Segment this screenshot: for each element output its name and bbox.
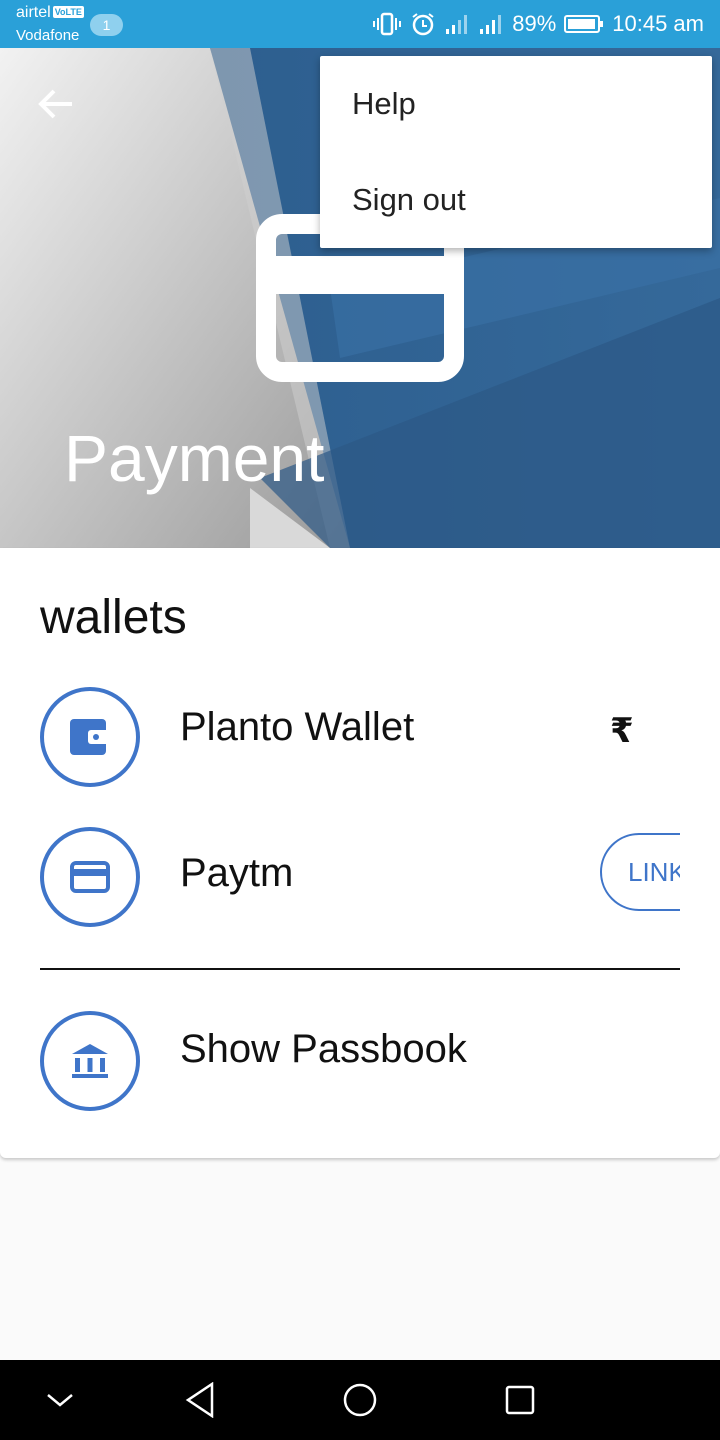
- menu-item-help[interactable]: Help: [320, 56, 712, 152]
- paytm-icon-circle: [40, 827, 140, 927]
- overflow-menu: Help Sign out: [320, 56, 712, 248]
- link-button[interactable]: LINK: [600, 833, 680, 911]
- nav-recents-button[interactable]: [500, 1380, 540, 1420]
- status-bar: airtel VoLTE Vodafone 1 89% 10:45 am: [0, 0, 720, 48]
- home-circle-icon: [343, 1383, 377, 1417]
- credit-card-icon: [70, 861, 110, 893]
- divider: [40, 968, 680, 970]
- carrier-primary-name: airtel: [16, 4, 51, 21]
- notification-count-badge: 1: [90, 14, 123, 36]
- wallet-row-paytm[interactable]: Paytm LINK: [40, 827, 680, 927]
- nav-back-button[interactable]: [180, 1380, 220, 1420]
- battery-percent: 89%: [512, 11, 557, 36]
- back-button[interactable]: [28, 82, 84, 126]
- menu-item-sign-out[interactable]: Sign out: [320, 152, 712, 248]
- status-icons: 89% 10:45 am: [372, 8, 704, 40]
- link-button-label: LINK: [600, 833, 680, 911]
- wallet-balance: ₹: [610, 712, 634, 750]
- wallet-label: Paytm: [180, 851, 294, 895]
- vibrate-icon: [372, 12, 402, 36]
- section-title: wallets: [40, 591, 187, 644]
- carrier-secondary: Vodafone: [16, 27, 80, 44]
- recents-square-icon: [505, 1385, 535, 1415]
- clock: 10:45 am: [612, 11, 704, 36]
- arrow-back-icon: [38, 89, 72, 119]
- wallet-label: Planto Wallet: [180, 705, 415, 749]
- alarm-icon: [410, 11, 436, 37]
- bank-icon-circle: [40, 1011, 140, 1111]
- wallet-icon-circle: [40, 687, 140, 787]
- show-passbook-row[interactable]: Show Passbook: [40, 1011, 680, 1111]
- signal-weak-icon: [444, 13, 470, 35]
- nav-hide-button[interactable]: [40, 1380, 80, 1420]
- page-title: Payment: [64, 421, 325, 495]
- chevron-down-icon: [47, 1394, 73, 1407]
- passbook-label: Show Passbook: [180, 1027, 467, 1071]
- nav-home-button[interactable]: [340, 1380, 380, 1420]
- back-triangle-icon: [185, 1382, 214, 1418]
- bank-icon: [72, 1044, 108, 1078]
- wallet-row-planto[interactable]: Planto Wallet ₹: [40, 687, 680, 787]
- carrier-primary: airtel VoLTE: [16, 4, 84, 22]
- battery-icon: [564, 14, 604, 34]
- volte-badge: VoLTE: [52, 6, 84, 18]
- navigation-bar: [0, 1360, 720, 1440]
- wallets-card: wallets Planto Wallet ₹ Paytm LINK Show …: [0, 548, 720, 1158]
- signal-strong-icon: [478, 13, 504, 35]
- wallet-icon: [70, 719, 110, 755]
